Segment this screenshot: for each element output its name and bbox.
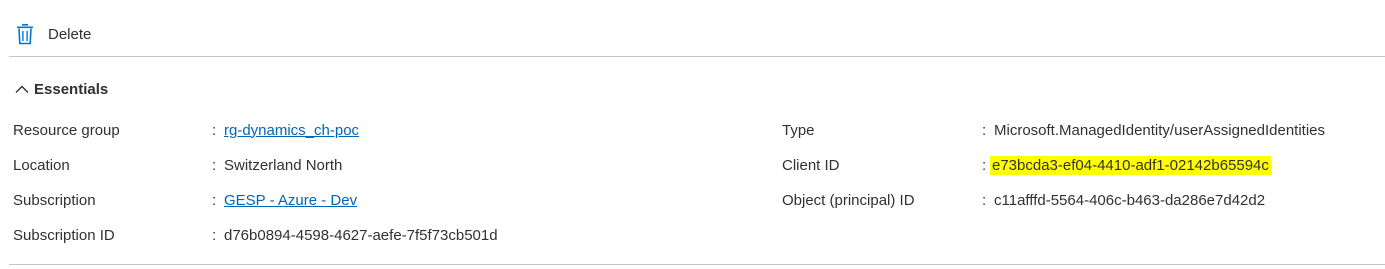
- object-id-value: c11afffd-5564-406c-b463-da286e7d42d2: [994, 191, 1266, 209]
- essentials-toggle[interactable]: Essentials: [14, 78, 108, 100]
- subscription-id-value: d76b0894-4598-4627-aefe-7f5f73cb501d: [224, 226, 498, 244]
- property-label: Location: [13, 156, 70, 174]
- resource-group-link[interactable]: rg-dynamics_ch-poc: [224, 122, 359, 139]
- property-row-object-id: Object (principal) ID : c11afffd-5564-40…: [770, 189, 1385, 211]
- property-label: Client ID: [782, 156, 840, 174]
- subscription-link[interactable]: GESP - Azure - Dev: [224, 192, 357, 209]
- property-row-client-id: Client ID : e73bcda3-ef04-4410-adf1-0214…: [770, 154, 1385, 176]
- property-label: Object (principal) ID: [782, 191, 915, 209]
- property-separator: :: [982, 121, 987, 139]
- property-separator: :: [212, 121, 217, 139]
- property-separator: :: [212, 226, 217, 244]
- property-separator: :: [212, 191, 217, 209]
- delete-label: Delete: [48, 25, 92, 43]
- type-value: Microsoft.ManagedIdentity/userAssignedId…: [994, 121, 1326, 139]
- client-id-value: e73bcda3-ef04-4410-adf1-02142b65594c: [990, 155, 1271, 175]
- property-row-location: Location : Switzerland North: [0, 154, 760, 176]
- command-bar: Delete: [0, 0, 1385, 56]
- essentials-title: Essentials: [34, 80, 109, 98]
- property-label: Resource group: [13, 121, 120, 139]
- delete-button[interactable]: Delete: [14, 20, 91, 48]
- trash-icon: [14, 22, 36, 46]
- property-label: Subscription: [13, 191, 96, 209]
- property-label: Type: [782, 121, 815, 139]
- property-row-resource-group: Resource group : rg-dynamics_ch-poc: [0, 119, 760, 141]
- property-row-subscription: Subscription : GESP - Azure - Dev: [0, 189, 760, 211]
- property-row-type: Type : Microsoft.ManagedIdentity/userAss…: [770, 119, 1385, 141]
- essentials-divider: [9, 264, 1385, 265]
- property-separator: :: [212, 156, 217, 174]
- property-row-subscription-id: Subscription ID : d76b0894-4598-4627-aef…: [0, 224, 760, 246]
- property-label: Subscription ID: [13, 226, 115, 244]
- property-separator: :: [982, 156, 987, 174]
- location-value: Switzerland North: [224, 156, 343, 174]
- property-separator: :: [982, 191, 987, 209]
- toolbar-divider: [9, 56, 1385, 57]
- chevron-up-icon: [14, 81, 30, 97]
